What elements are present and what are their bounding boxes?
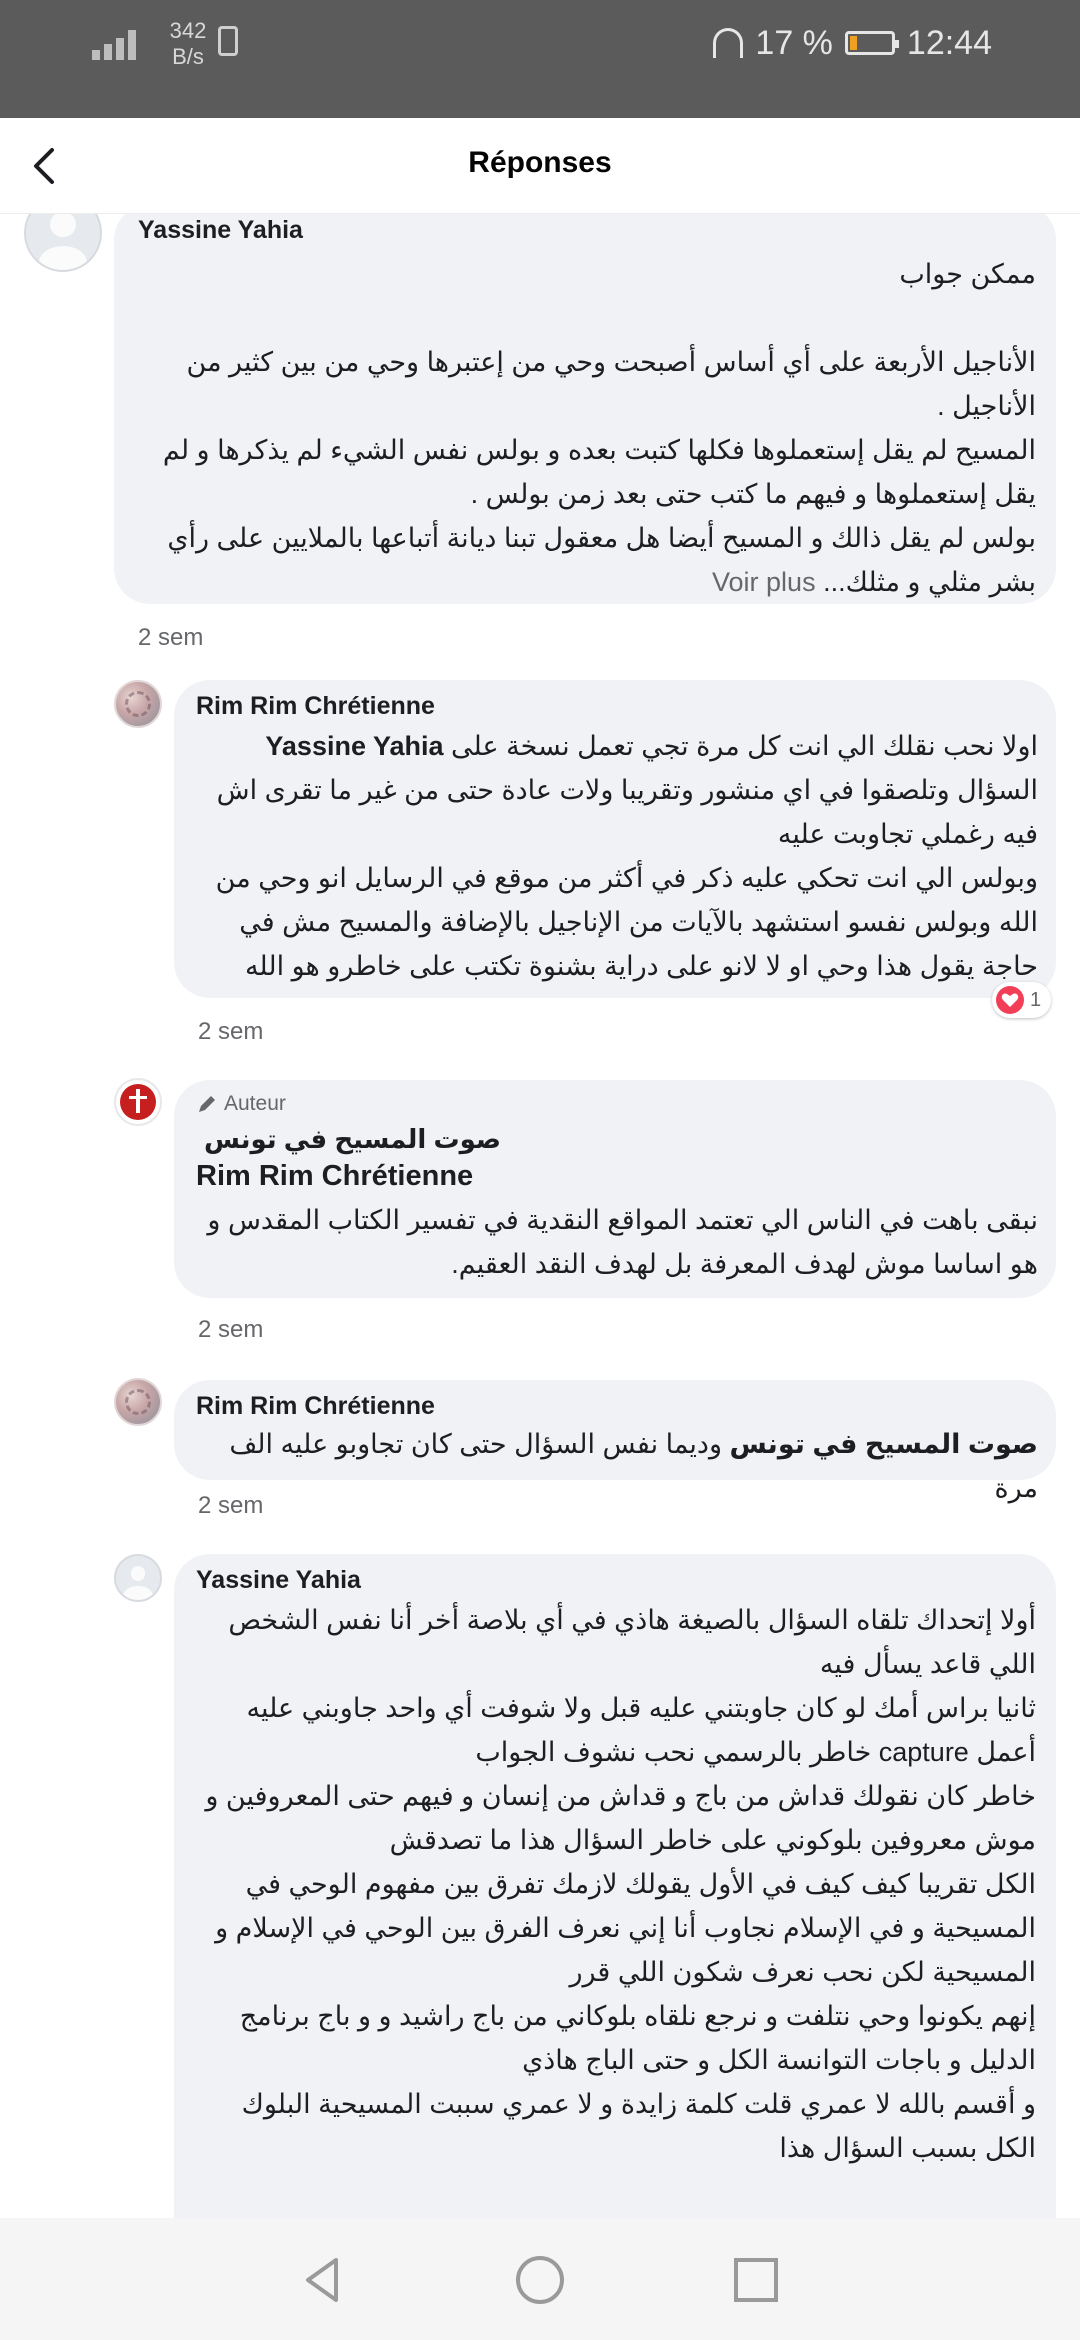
mention-link[interactable]: Rim Rim Chrétienne bbox=[196, 1160, 473, 1193]
comment-paragraph: الكل تقريبا كيف كيف في الأول يقولك لازمك… bbox=[215, 1869, 1036, 1987]
reaction-badge[interactable]: 1 bbox=[992, 982, 1052, 1018]
comment-paragraph: الأناجيل الأربعة على أي أساس أصبحت وحي م… bbox=[186, 347, 1036, 421]
comment-bubble[interactable]: Auteur صوت المسيح في تونس Rim Rim Chréti… bbox=[174, 1080, 1056, 1298]
signal-icon bbox=[92, 26, 148, 60]
sim-card-icon bbox=[218, 26, 238, 56]
pencil-icon bbox=[199, 1096, 215, 1112]
comment-paragraph: وبولس الي انت تحكي عليه ذكر في أكثر من م… bbox=[215, 863, 1038, 981]
comment-paragraph: نبقى باهت في الناس الي تعتمد المواقع الن… bbox=[207, 1205, 1038, 1279]
comment-paragraph: بولس لم يقل ذالك و المسيح أيضا هل معقول … bbox=[167, 523, 1036, 597]
network-speed-value: 342 bbox=[169, 18, 207, 43]
square-recents-icon[interactable] bbox=[728, 2252, 784, 2308]
avatar[interactable] bbox=[114, 1078, 162, 1126]
comment-paragraph: أولا إتحداك تلقاه السؤال بالصيغة هاذي في… bbox=[228, 1605, 1036, 1679]
comment-paragraph: إنهم يكونوا وحي نتلفت و نرجع نلقاه بلوكا… bbox=[239, 2001, 1036, 2075]
comment-author[interactable]: Yassine Yahia bbox=[138, 216, 303, 245]
comment-bubble[interactable]: Rim Rim Chrétienne اولا نحب نقلك الي انت… bbox=[174, 680, 1056, 998]
comment-author[interactable]: صوت المسيح في تونس bbox=[204, 1124, 501, 1155]
avatar[interactable] bbox=[114, 1554, 162, 1602]
comment-text: صوت المسيح في تونس وديما نفس السؤال حتى … bbox=[196, 1422, 1038, 1510]
circle-home-icon[interactable] bbox=[512, 2252, 568, 2308]
header: Réponses bbox=[0, 118, 1080, 214]
comment-timestamp: 2 sem bbox=[138, 624, 204, 651]
love-reaction-icon bbox=[996, 986, 1024, 1014]
reaction-count: 1 bbox=[1030, 988, 1042, 1011]
avatar[interactable] bbox=[24, 214, 102, 272]
comment-paragraph: السؤال وتلصقوا في اي منشور وتقريبا ولات … bbox=[216, 775, 1038, 849]
comment-paragraph: المسيح لم يقل إستعملوها فكلها كتبت بعده … bbox=[162, 435, 1036, 509]
comment-lead: اولا نحب نقلك الي انت كل مرة تجي تعمل نس… bbox=[451, 731, 1038, 761]
avatar[interactable] bbox=[114, 680, 162, 728]
page-title: Réponses bbox=[468, 146, 612, 179]
network-speed-unit: B/s bbox=[172, 44, 204, 69]
avatar[interactable] bbox=[114, 1378, 162, 1426]
comment-bubble[interactable]: Yassine Yahia أولا إتحداك تلقاه السؤال ب… bbox=[174, 1554, 1056, 2218]
headset-icon bbox=[713, 28, 744, 58]
mention-link[interactable]: Yassine Yahia bbox=[265, 731, 443, 761]
comment-list[interactable]: Yassine Yahia ممكن جواب الأناجيل الأربعة… bbox=[0, 214, 1080, 2218]
battery-percent: 17 % bbox=[755, 23, 833, 62]
comment-bubble[interactable]: Yassine Yahia ممكن جواب الأناجيل الأربعة… bbox=[114, 214, 1056, 604]
comment-text: نبقى باهت في الناس الي تعتمد المواقع الن… bbox=[196, 1198, 1038, 1286]
mention-link[interactable]: صوت المسيح في تونس bbox=[730, 1429, 1038, 1459]
status-bar: 342 B/s 17 % 12:44 bbox=[0, 0, 1080, 118]
see-more-link[interactable]: Voir plus bbox=[712, 567, 816, 597]
comment-author[interactable]: Rim Rim Chrétienne bbox=[196, 692, 435, 721]
author-badge: Auteur bbox=[196, 1092, 286, 1116]
battery-icon bbox=[844, 31, 899, 55]
comment-bubble[interactable]: Rim Rim Chrétienne صوت المسيح في تونس ود… bbox=[174, 1380, 1056, 1503]
navigation-bar bbox=[0, 2218, 1080, 2340]
comment-text: أولا إتحداك تلقاه السؤال بالصيغة هاذي في… bbox=[196, 1598, 1036, 2170]
network-speed: 342 B/s bbox=[158, 18, 218, 70]
comment-author[interactable]: Yassine Yahia bbox=[196, 1566, 361, 1595]
clock: 12:44 bbox=[906, 23, 992, 62]
replies-sheet: Réponses Yassine Yahia ممكن جواب الأناجي… bbox=[0, 118, 1080, 2218]
author-badge-label: Auteur bbox=[224, 1092, 286, 1115]
comment-text: ممكن جواب الأناجيل الأربعة على أي أساس أ… bbox=[136, 252, 1036, 604]
comment-text: اولا نحب نقلك الي انت كل مرة تجي تعمل نس… bbox=[196, 724, 1038, 988]
comment-paragraph: و أقسم بالله لا عمري قلت كلمة زايدة و لا… bbox=[241, 2089, 1036, 2163]
comment-paragraph: خاطر كان نقولك قداش من باج و قداش من إنس… bbox=[205, 1781, 1036, 1855]
comment-timestamp: 2 sem bbox=[198, 1492, 264, 1519]
comment-timestamp: 2 sem bbox=[198, 1018, 264, 1045]
comment-timestamp: 2 sem bbox=[198, 1316, 264, 1343]
comment-author[interactable]: Rim Rim Chrétienne bbox=[196, 1392, 435, 1421]
triangle-back-icon[interactable] bbox=[296, 2252, 352, 2308]
comment-paragraph: ممكن جواب bbox=[899, 259, 1036, 289]
comment-paragraph: ثانيا براس أمك لو كان جاوبتني عليه قبل و… bbox=[246, 1693, 1036, 1767]
